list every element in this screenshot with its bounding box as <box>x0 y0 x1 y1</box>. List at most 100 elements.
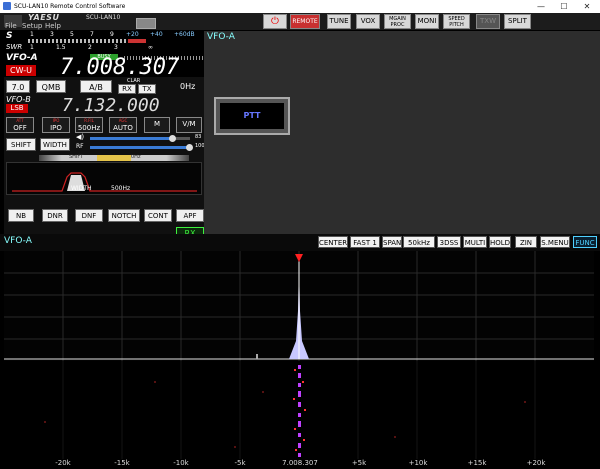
clar-offset: 0Hz <box>180 82 196 91</box>
vfo-a-label: VFO-A <box>6 53 38 63</box>
vfo-b-label: VFO-B <box>6 95 31 104</box>
title-bar: SCU-LAN10 Remote Control Software — ☐ ✕ <box>0 0 600 13</box>
remote-button[interactable]: REMOTE <box>290 14 320 29</box>
vfo-b-frequency[interactable]: 7.132.000 <box>62 95 160 116</box>
ipo-button[interactable]: IPO IPO <box>42 117 70 133</box>
header-bar: YAESU SCU-LAN10 File Setup Help ⏻ REMOTE… <box>0 13 600 30</box>
func-button[interactable]: FUNC <box>573 236 597 248</box>
swr-scale: 1 1.5 2 3 ∞ <box>30 44 153 51</box>
dnf-button[interactable]: DNF <box>75 209 103 222</box>
width-button[interactable]: WIDTH <box>40 138 70 151</box>
rf-label: RF <box>76 143 84 150</box>
window-title: SCU-LAN10 Remote Control Software <box>14 3 126 10</box>
dnr-button[interactable]: DNR <box>42 209 68 222</box>
fast-button[interactable]: FAST 1 <box>350 236 380 248</box>
maximize-button[interactable]: ☐ <box>553 0 575 13</box>
app-area: YAESU SCU-LAN10 File Setup Help ⏻ REMOTE… <box>0 13 600 469</box>
axis-tick: -15k <box>114 459 130 467</box>
rf-slider-fill <box>90 146 190 149</box>
scope-graph <box>4 251 594 361</box>
shift-bar[interactable]: SHIFT 0Hz <box>39 154 189 161</box>
vfo-b-mode: LSB <box>6 104 28 113</box>
axis-tick: +5k <box>351 459 367 467</box>
split-button[interactable]: SPLIT <box>504 14 531 29</box>
mgain-proc-button[interactable]: MGAIN PROC <box>384 14 411 29</box>
menu-setup[interactable]: Setup <box>22 22 42 30</box>
axis-tick: +20k <box>526 459 546 467</box>
vfo-a-frequency[interactable]: 7.008.307 <box>60 55 179 80</box>
axis-tick: -10k <box>173 459 189 467</box>
memory-button[interactable]: M <box>144 117 170 133</box>
agc-button[interactable]: AGC AUTO <box>109 117 137 133</box>
vox-button[interactable]: VOX <box>356 14 380 29</box>
smenu-button[interactable]: S.MENU <box>540 236 570 248</box>
rf-slider[interactable] <box>90 144 193 151</box>
clar-tx-button[interactable]: TX <box>138 84 156 94</box>
af-value: 83 <box>195 134 202 140</box>
menu-help[interactable]: Help <box>45 22 61 30</box>
span-button[interactable]: SPAN <box>382 236 402 248</box>
s-meter-peak <box>128 39 146 43</box>
ab-button[interactable]: A/B <box>80 80 112 93</box>
qmb-button[interactable]: QMB <box>36 80 66 93</box>
center-button[interactable]: CENTER <box>318 236 348 248</box>
tune-button[interactable]: TUNE <box>327 14 351 29</box>
meter-display: S SWR 1 3 5 7 9 +20 +40 +60dB 1 1.5 2 3 … <box>4 31 204 80</box>
spectrum-toolbar: VFO-A CENTER FAST 1 SPAN 50kHz 3DSS MULT… <box>0 234 600 251</box>
app-icon <box>3 2 11 10</box>
3dss-button[interactable]: 3DSS <box>437 236 461 248</box>
filter-display: WIDTH 500Hz <box>6 162 202 195</box>
spectrum-title: VFO-A <box>4 236 32 246</box>
att-button[interactable]: ATT OFF <box>6 117 34 133</box>
layout-selector[interactable] <box>136 18 156 29</box>
axis-center-frequency: 7.008.307 <box>282 459 318 467</box>
tuning-marker <box>295 254 303 262</box>
minimize-button[interactable]: — <box>530 0 552 13</box>
speed-pitch-button[interactable]: SPEED PITCH <box>443 14 470 29</box>
spectrum-scope[interactable] <box>4 251 594 361</box>
close-button[interactable]: ✕ <box>576 0 598 13</box>
waterfall-display[interactable] <box>4 361 594 459</box>
span-value[interactable]: 50kHz <box>403 236 435 248</box>
multi-button[interactable]: MULTI <box>463 236 487 248</box>
s-meter-bar <box>28 39 128 43</box>
model-label: SCU-LAN10 <box>86 14 121 21</box>
brand-logo: YAESU <box>28 13 60 22</box>
ptt-label: PTT <box>220 103 284 129</box>
txw-button[interactable]: TXW <box>476 14 500 29</box>
radio-control-panel: S SWR 1 3 5 7 9 +20 +40 +60dB 1 1.5 2 3 … <box>4 31 205 243</box>
af-slider[interactable] <box>90 135 190 142</box>
cont-button[interactable]: CONT <box>144 209 172 222</box>
power-icon: ⏻ <box>271 16 279 27</box>
nb-button[interactable]: NB <box>8 209 34 222</box>
speaker-icon: ◀) <box>76 133 85 141</box>
power-button[interactable]: ⏻ <box>263 14 287 29</box>
axis-tick: +15k <box>467 459 487 467</box>
waterfall-graph <box>44 361 536 459</box>
s-scale: 1 3 5 7 9 +20 +40 +60dB <box>30 31 195 38</box>
axis-tick: +10k <box>408 459 428 467</box>
vfo-panel-title: VFO-A <box>207 32 235 42</box>
s-meter-label: S <box>6 31 13 41</box>
vm-button[interactable]: V/M <box>176 117 202 133</box>
af-slider-fill <box>90 137 173 140</box>
hold-button[interactable]: HOLD <box>489 236 511 248</box>
af-slider-knob[interactable] <box>169 135 176 142</box>
vfo-a-panel: VFO-A PTT <box>204 31 600 243</box>
shift-button[interactable]: SHIFT <box>6 138 36 151</box>
ptt-button[interactable]: PTT <box>214 97 290 135</box>
shift-indicator <box>97 155 131 161</box>
clar-rx-button[interactable]: RX <box>118 84 136 94</box>
frequency-axis: -20k -15k -10k -5k 7.008.307 +5k +10k +1… <box>0 459 600 469</box>
step-button[interactable]: 7.0 <box>6 80 30 93</box>
moni-button[interactable]: MONI <box>415 14 439 29</box>
swr-label: SWR <box>6 43 23 51</box>
rf-slider-knob[interactable] <box>186 144 193 151</box>
apf-button[interactable]: APF <box>176 209 204 222</box>
axis-tick: -20k <box>55 459 71 467</box>
rfil-button[interactable]: R.FIL 500Hz <box>75 117 103 133</box>
menu-file[interactable]: File <box>5 22 17 30</box>
filter-passband-icon <box>12 172 197 192</box>
zin-button[interactable]: ZIN <box>515 236 537 248</box>
notch-button[interactable]: NOTCH <box>108 209 140 222</box>
